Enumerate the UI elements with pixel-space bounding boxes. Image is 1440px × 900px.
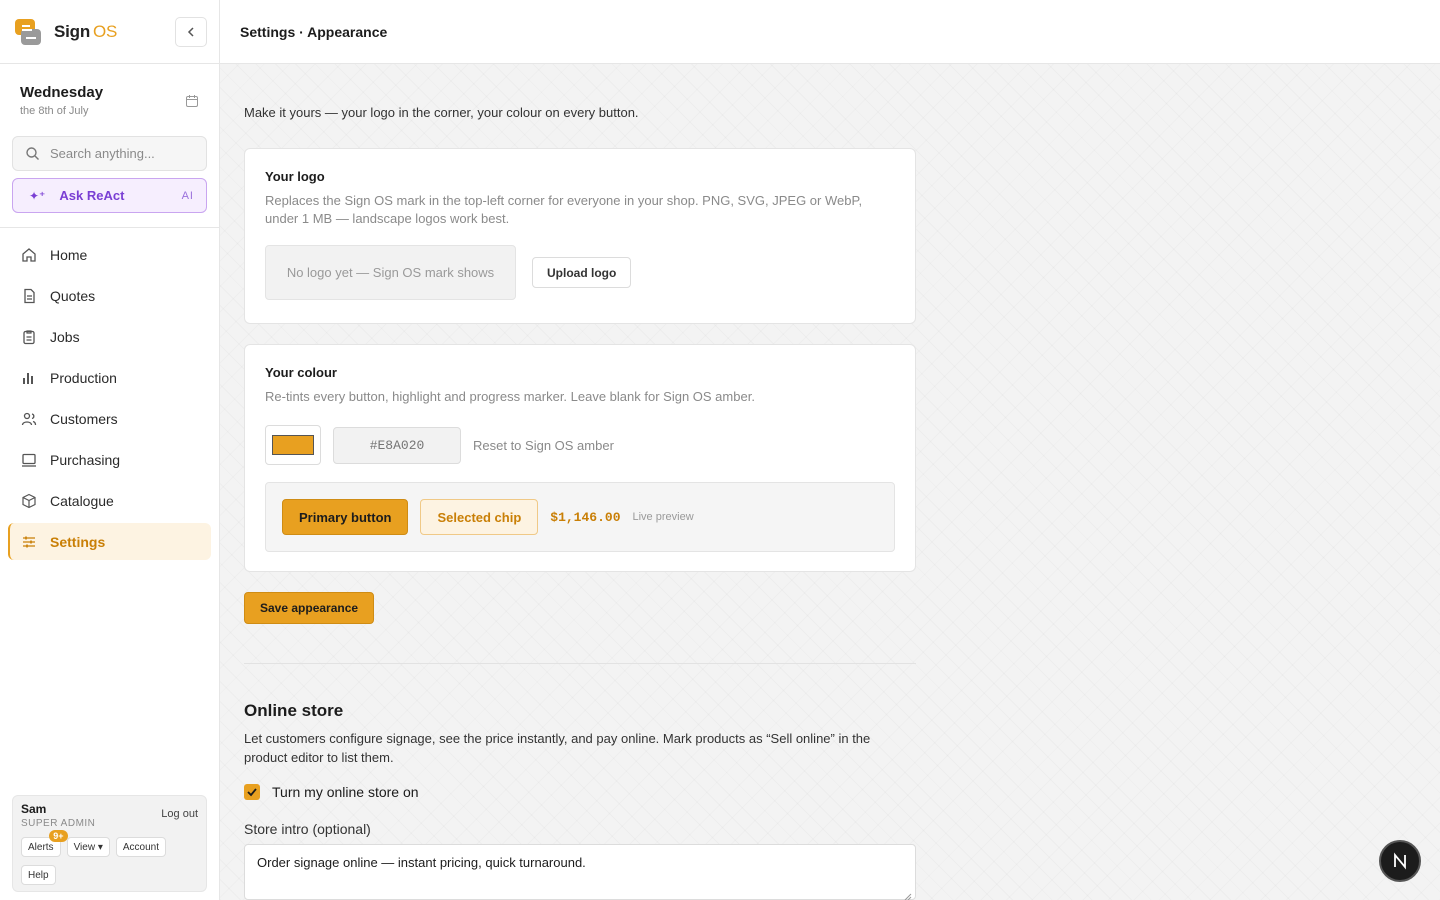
calendar-icon[interactable]: [185, 94, 199, 113]
chevron-left-icon: [187, 26, 194, 37]
logout-link[interactable]: Log out: [161, 808, 198, 820]
sparkle-icon: ✦⁺: [29, 188, 46, 203]
sidebar-item-label: Production: [50, 369, 117, 386]
colour-card-desc: Re-tints every button, highlight and pro…: [265, 389, 755, 404]
colour-card-title: Your colour: [265, 365, 337, 380]
bar-chart-icon: [20, 369, 38, 387]
dev-tools-n-icon[interactable]: [1379, 840, 1421, 882]
main-content: Make it yours — your logo in the corner,…: [220, 64, 1440, 900]
sidebar-item-jobs[interactable]: Jobs: [8, 318, 211, 355]
search-box[interactable]: [12, 136, 207, 171]
document-icon: [20, 287, 38, 305]
sidebar-item-production[interactable]: Production: [8, 359, 211, 396]
live-preview-label: Live preview: [632, 511, 694, 523]
help-button[interactable]: Help: [21, 865, 56, 885]
hex-colour-input[interactable]: [333, 426, 461, 464]
sidebar-item-settings[interactable]: Settings: [8, 523, 211, 560]
store-toggle-label: Turn my online store on: [272, 784, 419, 800]
checkmark-icon: [247, 788, 257, 797]
logo-card: Your logo Replaces the Sign OS mark in t…: [244, 148, 916, 324]
sidebar-item-customers[interactable]: Customers: [8, 400, 211, 437]
preview-primary-button[interactable]: Primary button: [282, 499, 409, 535]
online-store-title: Online store: [244, 701, 344, 720]
search-icon: [26, 147, 39, 160]
preview-selected-chip[interactable]: Selected chip: [420, 499, 539, 535]
search-input[interactable]: [50, 146, 190, 161]
live-preview-panel: Primary button Selected chip $1,146.00 L…: [265, 482, 895, 552]
sidebar-item-label: Home: [50, 246, 88, 263]
colour-row: Reset to Sign OS amber: [265, 425, 895, 465]
monitor-icon: [20, 451, 38, 469]
account-button[interactable]: Account: [115, 837, 166, 857]
sidebar-item-quotes[interactable]: Quotes: [8, 277, 211, 314]
alerts-label: Alerts: [28, 841, 54, 853]
sliders-icon: [20, 533, 38, 551]
logo-card-desc: Replaces the Sign OS mark in the top-lef…: [265, 193, 863, 226]
user-actions: Alerts 9+ View ▾ Account: [21, 830, 198, 857]
sidebar-item-purchasing[interactable]: Purchasing: [8, 441, 211, 478]
online-store-desc: Let customers configure signage, see the…: [244, 731, 871, 765]
section-divider: [244, 663, 916, 664]
upload-logo-button[interactable]: Upload logo: [532, 257, 632, 288]
sidebar-item-catalogue[interactable]: Catalogue: [8, 482, 211, 519]
sidebar: SignOS Wednesday the 8th of July ✦⁺ Ask …: [0, 0, 220, 900]
brand-name-suffix: OS: [93, 21, 118, 41]
users-icon: [20, 410, 38, 428]
resize-grip-icon[interactable]: [904, 888, 912, 900]
date-sub: the 8th of July: [20, 105, 89, 117]
alerts-badge: 9+: [49, 830, 68, 842]
date-day: Wednesday: [20, 84, 104, 101]
alerts-button[interactable]: Alerts 9+: [21, 830, 68, 857]
sidebar-item-label: Catalogue: [50, 492, 114, 509]
sidebar-item-label: Customers: [50, 410, 118, 427]
top-bar: Settings · Appearance: [220, 0, 1440, 64]
brand-name-main: Sign: [54, 21, 91, 41]
logo-card-title: Your logo: [265, 169, 325, 184]
collapse-sidebar-button[interactable]: [175, 16, 207, 47]
page-title: Settings · Appearance: [240, 23, 388, 40]
ask-react-label: Ask ReAct: [59, 188, 125, 203]
help-row: Help: [21, 865, 198, 885]
save-appearance-button[interactable]: Save appearance: [244, 592, 375, 624]
ask-react-button[interactable]: ✦⁺ Ask ReAct AI: [12, 178, 207, 213]
brand-bar: Sign OS: [0, 0, 219, 64]
sidebar-item-label: Quotes: [50, 287, 96, 304]
user-card: Sam SUPER ADMIN Log out Alerts 9+ View ▾…: [12, 795, 207, 892]
store-toggle-row[interactable]: Turn my online store on: [244, 784, 419, 800]
date-block: Wednesday the 8th of July: [0, 64, 219, 136]
view-dropdown[interactable]: View ▾: [66, 837, 110, 857]
sidebar-item-home[interactable]: Home: [8, 236, 211, 273]
home-icon: [20, 246, 38, 264]
store-toggle-checkbox[interactable]: [244, 784, 260, 800]
sign-os-logo-icon[interactable]: [14, 18, 42, 46]
logo-row: No logo yet — Sign OS mark shows Upload …: [265, 245, 895, 300]
box-icon: [20, 492, 38, 510]
ai-tag: AI: [181, 189, 194, 202]
store-intro-textarea[interactable]: Order signage online — instant pricing, …: [244, 844, 916, 900]
clipboard-icon: [20, 328, 38, 346]
colour-swatch: [272, 435, 314, 455]
sidebar-nav: Home Quotes Jobs Production Customers Pu…: [0, 228, 219, 560]
logo-placeholder: No logo yet — Sign OS mark shows: [265, 245, 516, 300]
colour-picker[interactable]: [265, 425, 321, 465]
appearance-intro: Make it yours — your logo in the corner,…: [244, 105, 639, 120]
sidebar-item-label: Jobs: [50, 328, 80, 345]
store-intro-label: Store intro (optional): [244, 821, 371, 837]
sidebar-item-label: Settings: [50, 533, 106, 550]
brand-name: Sign OS: [54, 22, 117, 42]
preview-price: $1,146.00: [550, 509, 621, 525]
colour-card: Your colour Re-tints every button, highl…: [244, 344, 916, 572]
sidebar-item-label: Purchasing: [50, 451, 121, 468]
reset-colour-link[interactable]: Reset to Sign OS amber: [473, 438, 614, 453]
